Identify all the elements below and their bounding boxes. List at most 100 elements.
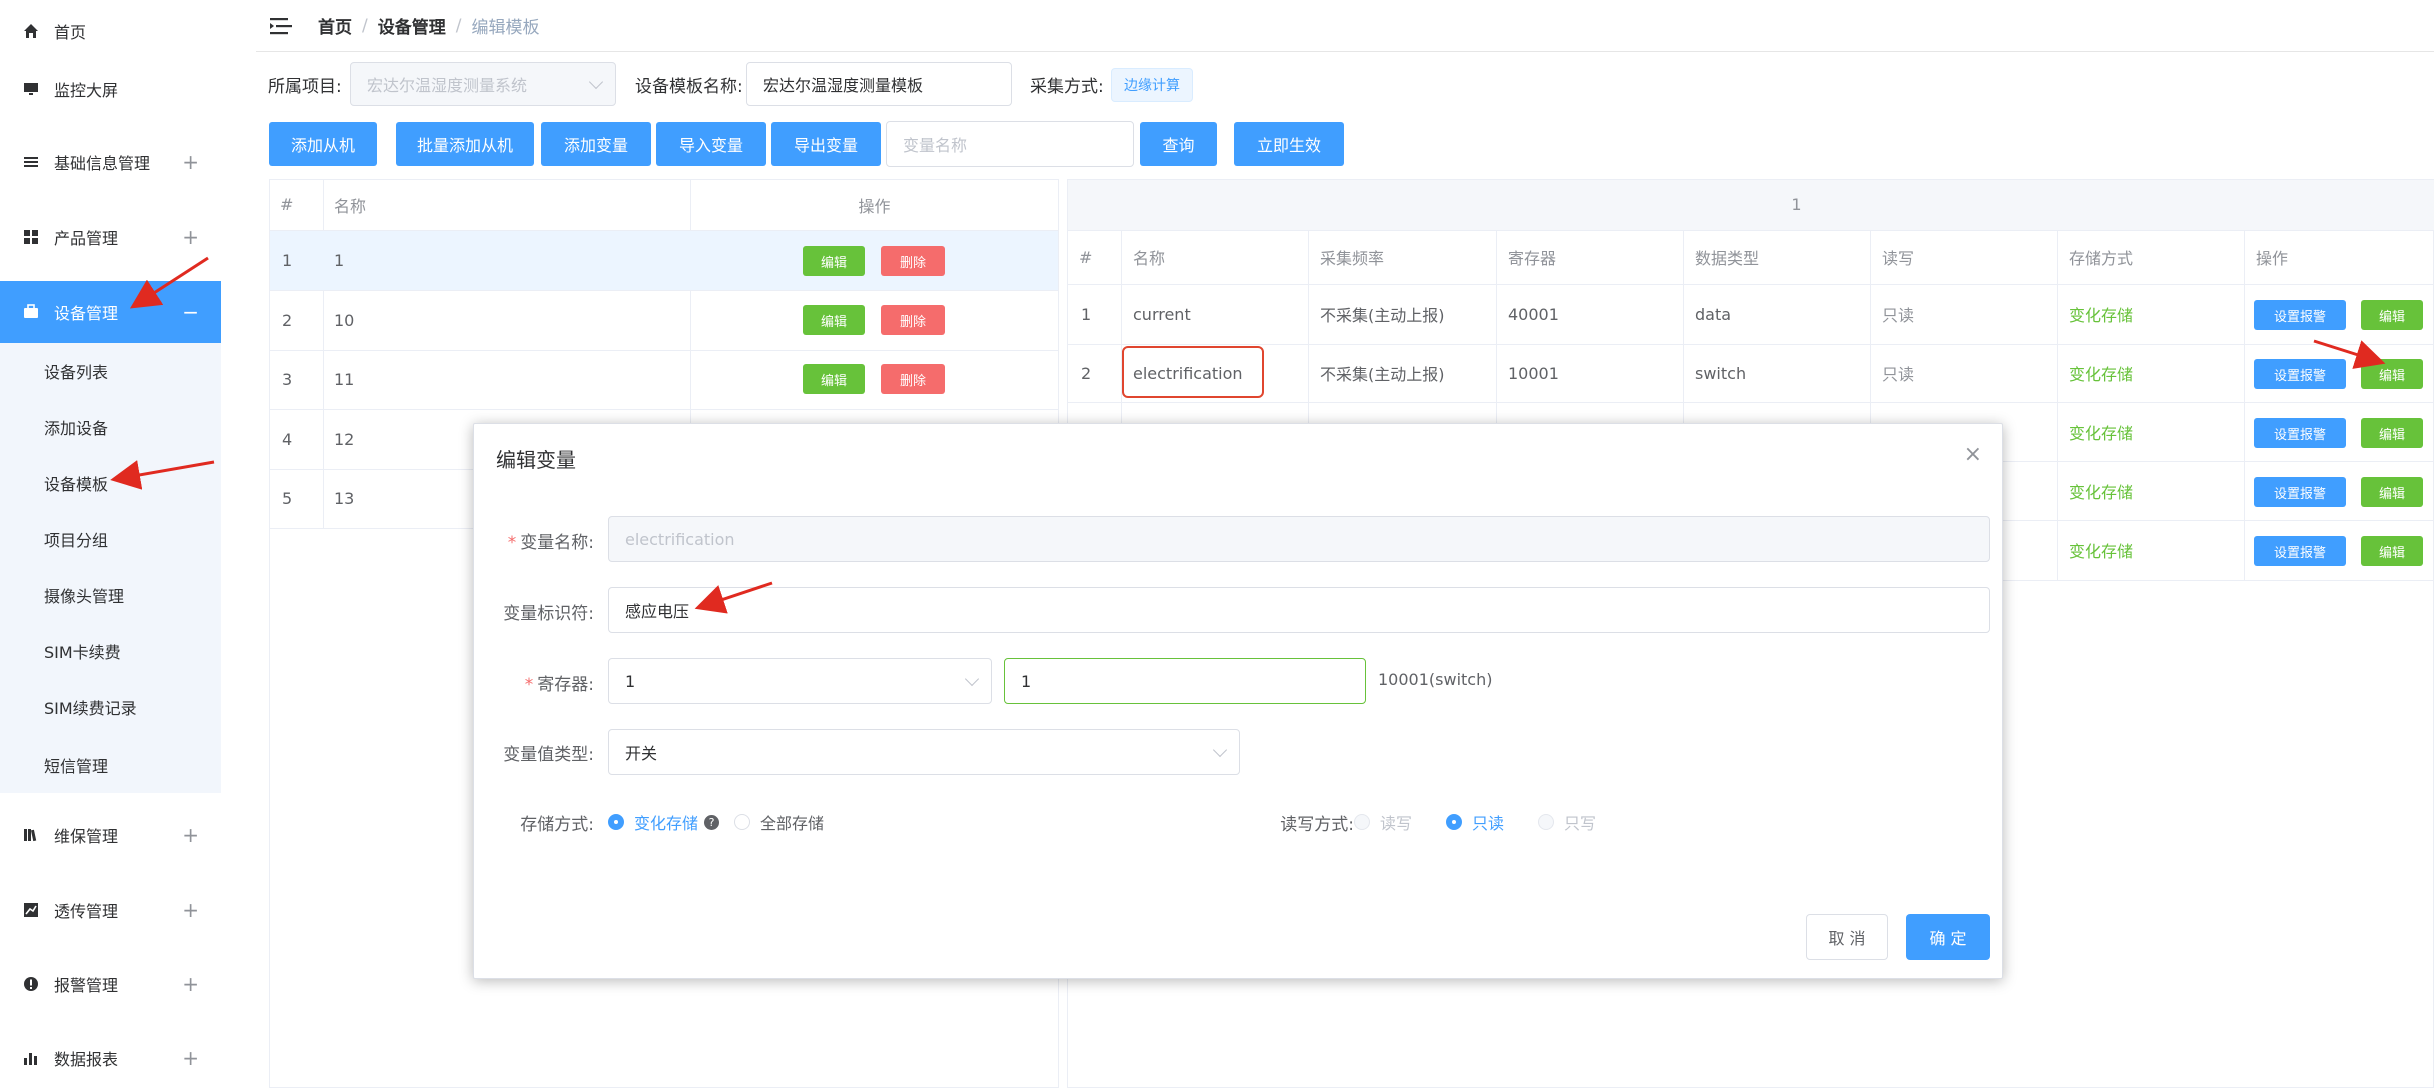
variable-identifier-input[interactable]: 感应电压 [608, 587, 1990, 633]
table-row-index: 2 [1081, 363, 1092, 383]
submenu-item-add-device[interactable]: 添加设备 [44, 399, 108, 455]
breadcrumb-separator: / [362, 15, 368, 36]
sidebar-item-passthrough[interactable]: 透传管理 + [0, 879, 221, 941]
collect-mode-label: 采集方式: [1030, 77, 1104, 97]
project-select[interactable]: 宏达尔温湿度测量系统 [350, 62, 616, 106]
template-name-value: 宏达尔温湿度测量模板 [763, 76, 924, 95]
expand-icon: + [182, 898, 199, 922]
sidebar-item-label: 基础信息管理 [54, 154, 151, 173]
delete-button[interactable]: 删除 [881, 246, 945, 276]
rw-readwrite-radio[interactable]: 读写 [1354, 810, 1412, 834]
value-type-label: 变量值类型: [503, 745, 594, 765]
breadcrumb-section[interactable]: 设备管理 [378, 13, 446, 38]
sidebar-item-label: 维保管理 [54, 827, 119, 846]
sidebar-item-label: 报警管理 [54, 976, 119, 995]
sidebar: 首页 监控大屏 基础信息管理 + 产品管理 + 设备管理 − 设备列表 添加设备… [0, 0, 221, 1088]
close-icon[interactable]: × [1964, 442, 1982, 467]
right-col-index: # [1079, 247, 1093, 267]
set-alarm-button[interactable]: 设置报警 [2254, 477, 2346, 507]
export-variable-button[interactable]: 导出变量 [771, 122, 881, 166]
add-slave-button[interactable]: 添加从机 [269, 122, 377, 166]
cancel-button[interactable]: 取 消 [1806, 914, 1888, 960]
set-alarm-button[interactable]: 设置报警 [2254, 300, 2346, 330]
batch-add-slave-button[interactable]: 批量添加从机 [396, 122, 534, 166]
variable-name-input[interactable]: electrification [608, 516, 1990, 562]
storage-all-radio[interactable]: 全部存储 [734, 810, 824, 834]
query-button[interactable]: 查询 [1140, 122, 1217, 166]
edit-button[interactable]: 编辑 [803, 305, 865, 335]
edit-button[interactable]: 编辑 [2361, 477, 2423, 507]
submenu-item-camera[interactable]: 摄像头管理 [44, 567, 124, 623]
sidebar-item-reports[interactable]: 数据报表 + [0, 1027, 221, 1088]
radio-label: 变化存储 [634, 814, 699, 833]
monitor-icon [22, 80, 40, 98]
expand-icon: + [182, 972, 199, 996]
edit-button[interactable]: 编辑 [803, 364, 865, 394]
radio-dot [1354, 814, 1370, 830]
submenu-item-device-list[interactable]: 设备列表 [44, 343, 108, 399]
submenu-item-device-template[interactable]: 设备模板 [44, 455, 108, 511]
register-address-input[interactable]: 1 [1004, 658, 1366, 704]
edit-button[interactable]: 编辑 [2361, 300, 2423, 330]
table-row-readwrite: 只读 [1882, 365, 1915, 384]
sidebar-item-devices[interactable]: 设备管理 − [0, 281, 221, 343]
right-col-frequency: 采集频率 [1320, 249, 1385, 268]
rw-readonly-radio[interactable]: 只读 [1446, 810, 1504, 834]
expand-icon: + [182, 823, 199, 847]
project-select-value: 宏达尔温湿度测量系统 [367, 76, 528, 95]
add-variable-button[interactable]: 添加变量 [541, 122, 651, 166]
project-label: 所属项目: [268, 77, 342, 97]
value-type-select[interactable]: 开关 [608, 729, 1240, 775]
register-select[interactable]: 1 [608, 658, 992, 704]
submenu-item-sim-record[interactable]: SIM续费记录 [44, 679, 137, 735]
sidebar-item-alarms[interactable]: 报警管理 + [0, 953, 221, 1015]
sidebar-item-label: 产品管理 [54, 229, 119, 248]
register-address-value: 1 [1021, 671, 1032, 691]
sidebar-item-home[interactable]: 首页 [0, 0, 221, 62]
edit-button[interactable]: 编辑 [2361, 359, 2423, 389]
import-variable-button[interactable]: 导入变量 [656, 122, 766, 166]
sidebar-item-products[interactable]: 产品管理 + [0, 206, 221, 268]
table-row-index: 2 [282, 310, 293, 330]
set-alarm-button[interactable]: 设置报警 [2254, 418, 2346, 448]
variable-name-label: * 变量名称: [474, 528, 594, 553]
template-name-input[interactable]: 宏达尔温湿度测量模板 [746, 62, 1012, 106]
rw-writeonly-radio[interactable]: 只写 [1538, 810, 1596, 834]
expand-icon: + [182, 225, 199, 249]
edit-button[interactable]: 编辑 [2361, 536, 2423, 566]
right-col-actions: 操作 [2256, 249, 2289, 268]
table-row-datatype: switch [1695, 363, 1747, 383]
sidebar-item-monitor[interactable]: 监控大屏 [0, 58, 221, 120]
table-row-frequency: 不采集(主动上报) [1320, 365, 1445, 384]
apply-now-button[interactable]: 立即生效 [1234, 122, 1344, 166]
edit-button[interactable]: 编辑 [803, 246, 865, 276]
table-row-datatype: data [1695, 304, 1732, 324]
variable-identifier-value: 感应电压 [625, 602, 690, 621]
submenu-item-sim-renew[interactable]: SIM卡续费 [44, 623, 121, 679]
set-alarm-button[interactable]: 设置报警 [2254, 359, 2346, 389]
variable-name-value: electrification [625, 529, 735, 549]
table-row-frequency: 不采集(主动上报) [1320, 306, 1445, 325]
sidebar-item-maintenance[interactable]: 维保管理 + [0, 804, 221, 866]
value-type-value: 开关 [625, 744, 658, 763]
chevron-down-icon [1212, 742, 1228, 758]
sidebar-item-basic-info[interactable]: 基础信息管理 + [0, 131, 221, 193]
search-placeholder: 变量名称 [903, 136, 968, 155]
confirm-button[interactable]: 确 定 [1906, 914, 1990, 960]
breadcrumb-home[interactable]: 首页 [318, 13, 352, 38]
delete-button[interactable]: 删除 [881, 305, 945, 335]
help-icon[interactable]: ? [704, 814, 720, 830]
submenu-item-sms[interactable]: 短信管理 [44, 737, 108, 793]
variable-search-input[interactable]: 变量名称 [886, 121, 1134, 167]
required-mark: * [507, 533, 517, 553]
storage-change-radio[interactable]: 变化存储? [608, 810, 720, 834]
table-row-name: 13 [334, 489, 355, 508]
edit-button[interactable]: 编辑 [2361, 418, 2423, 448]
edit-variable-dialog: 编辑变量 × * 变量名称: electrification 变量标识符: 感应电… [473, 423, 2003, 979]
hamburger-icon[interactable] [270, 17, 292, 35]
alert-icon [22, 975, 40, 993]
submenu-item-project-group[interactable]: 项目分组 [44, 511, 108, 567]
table-row-index: 1 [282, 251, 293, 270]
delete-button[interactable]: 删除 [881, 364, 945, 394]
set-alarm-button[interactable]: 设置报警 [2254, 536, 2346, 566]
